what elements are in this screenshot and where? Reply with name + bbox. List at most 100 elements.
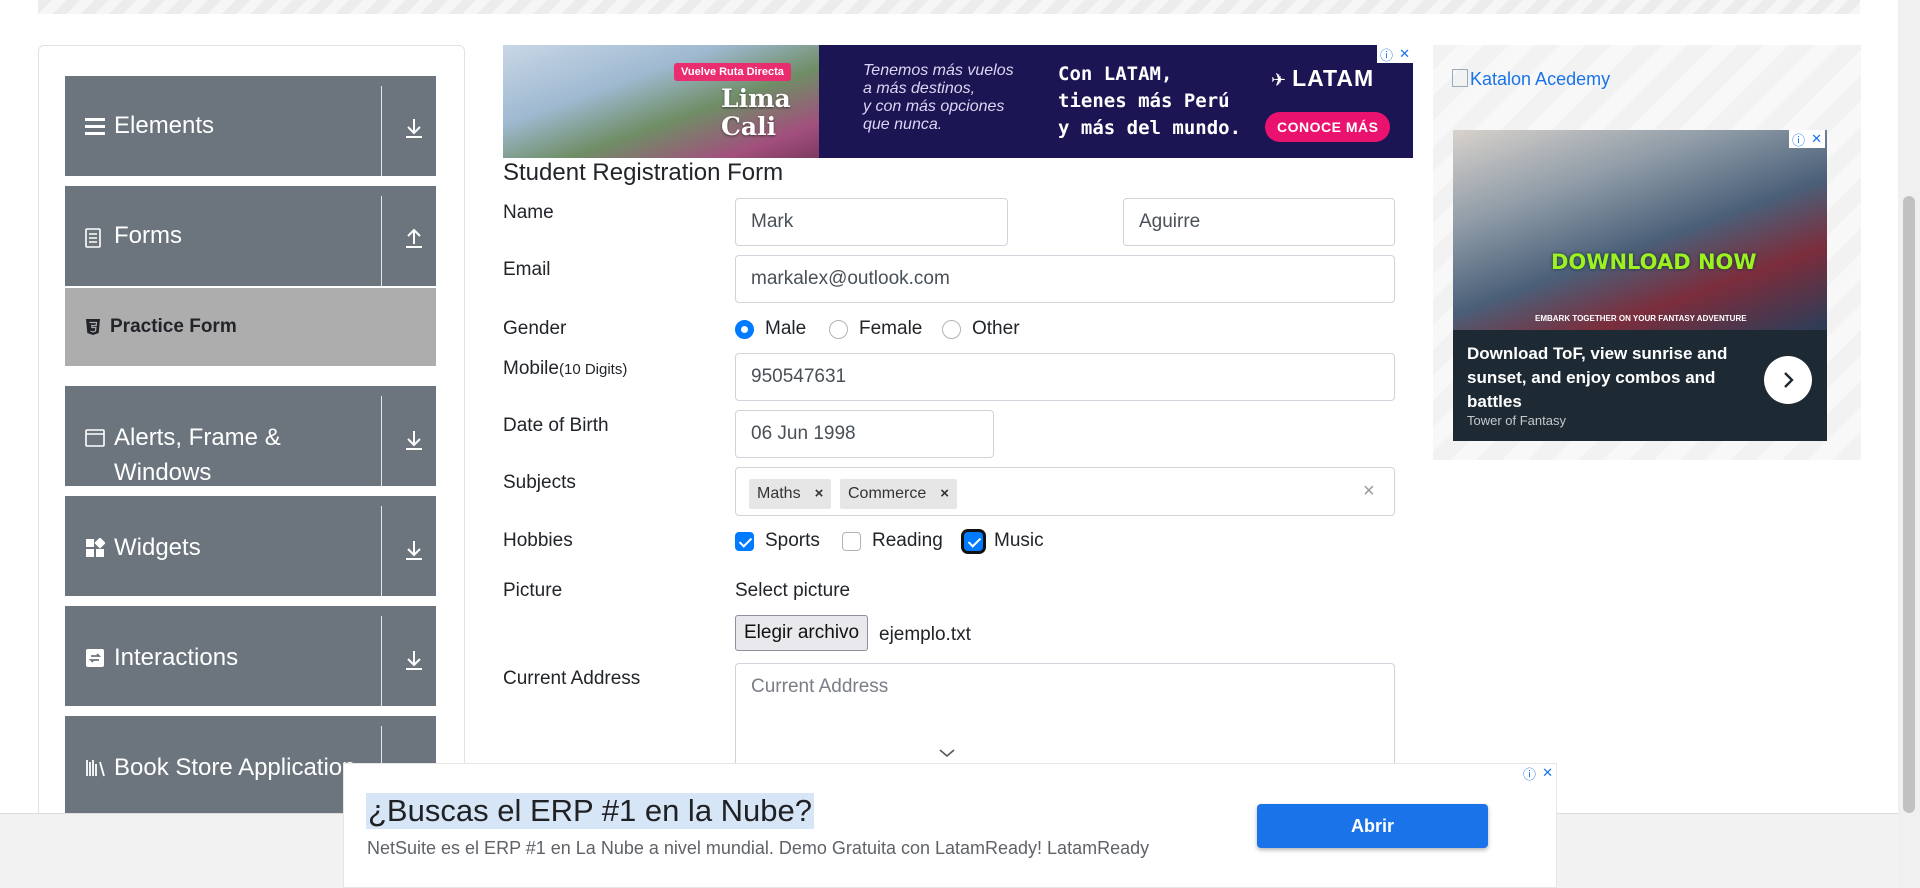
chevron-right-icon [1784, 372, 1794, 388]
sidebar-group-label: Book Store Application [114, 754, 356, 781]
subject-chip-maths: Maths × [749, 479, 832, 509]
gender-label: Gender [503, 318, 567, 339]
sidebar-group-alerts-frame-windows[interactable]: Alerts, Frame & Windows [65, 386, 436, 486]
clear-icon[interactable]: × [1363, 468, 1375, 514]
hobby-option-sports[interactable]: Sports [735, 530, 820, 552]
divider [381, 506, 382, 596]
ad-city-cali: Cali [721, 112, 777, 141]
ad-choices[interactable]: ⓘ ✕ [1789, 130, 1825, 148]
radio-button[interactable] [735, 319, 754, 339]
sidebar-item-practice-form[interactable]: Practice Form [65, 288, 436, 366]
sidebar-group-forms[interactable]: Forms [65, 186, 436, 286]
ad-subheadline: EMBARK TOGETHER ON YOUR FANTASY ADVENTUR… [1535, 314, 1747, 323]
ad-photo: Vuelve Ruta Directa Lima Cali [503, 45, 819, 158]
info-icon[interactable]: ⓘ [1792, 130, 1805, 149]
sidebar-group-label-continued: Windows [114, 459, 212, 486]
ad-copy-line: que nunca. [863, 116, 943, 133]
divider [381, 616, 382, 706]
picture-label: Picture [503, 580, 563, 601]
ad-brand-logo: LATAM [1271, 65, 1374, 92]
sidebar-group-label: Elements [114, 112, 215, 139]
subject-chip-label: Maths [757, 485, 801, 502]
interactions-icon [86, 649, 104, 667]
hobby-option-label: Sports [765, 530, 820, 551]
mobile-label-text: Mobile [503, 358, 559, 379]
widgets-icon [86, 538, 105, 557]
checkbox[interactable] [735, 531, 754, 551]
choose-file-button[interactable]: Elegir archivo [735, 615, 869, 651]
subject-chip-label: Commerce [848, 485, 927, 502]
sidebar-group-widgets[interactable]: Widgets [65, 496, 436, 596]
bottom-ad[interactable]: ¿Buscas el ERP #1 en la Nube? NetSuite e… [343, 763, 1557, 888]
hobbies-label: Hobbies [503, 530, 573, 551]
side-ad: Katalon Acedemy DOWNLOAD NOW EMBARK TOGE… [1433, 45, 1861, 460]
checkbox[interactable] [964, 531, 983, 551]
dob-label: Date of Birth [503, 415, 609, 436]
close-icon[interactable]: ✕ [1542, 765, 1553, 781]
ad-artwork: DOWNLOAD NOW EMBARK TOGETHER ON YOUR FAN… [1453, 130, 1827, 330]
radio-button[interactable] [829, 319, 848, 339]
game-ad[interactable]: DOWNLOAD NOW EMBARK TOGETHER ON YOUR FAN… [1453, 130, 1827, 441]
ad-copy-1: Tenemos más vuelos a más destinos, y con… [863, 62, 1014, 134]
chevron-down-icon[interactable] [937, 747, 957, 759]
gender-option-female[interactable]: Female [829, 318, 922, 340]
hobby-option-music[interactable]: Music [964, 530, 1044, 552]
ad-next-button[interactable] [1764, 356, 1812, 404]
ad-choices[interactable]: ⓘ ✕ [1520, 764, 1556, 782]
ad-description: Download ToF, view sunrise and sunset, a… [1467, 344, 1728, 411]
ad-city-lima: Lima [721, 84, 791, 113]
hobby-option-reading[interactable]: Reading [842, 530, 943, 552]
close-icon[interactable]: ✕ [1399, 46, 1410, 62]
info-icon[interactable]: ⓘ [1523, 764, 1536, 783]
email-input[interactable]: markalex@outlook.com [735, 255, 1395, 303]
sidebar-group-label: Forms [114, 222, 182, 249]
ad-copy-line: a más destinos, [863, 80, 976, 97]
gender-option-other[interactable]: Other [942, 318, 1020, 340]
sidebar-group-elements[interactable]: Elements [65, 76, 436, 176]
subjects-input[interactable]: Maths × Commerce × × [735, 467, 1395, 516]
info-icon[interactable]: ⓘ [1380, 45, 1393, 64]
select-picture-label: Select picture [735, 580, 851, 601]
mobile-input[interactable]: 950547631 [735, 353, 1395, 401]
sidebar-group-interactions[interactable]: Interactions [65, 606, 436, 706]
ad-copy-2: Con LATAM, tienes más Perú y más del mun… [1058, 61, 1241, 142]
first-name-input[interactable]: Mark [735, 198, 1008, 246]
ad-copy-line: y con más opciones [863, 98, 1005, 115]
window-icon [85, 429, 105, 447]
date-of-birth-input[interactable]: 06 Jun 1998 [735, 410, 994, 458]
ad-choices[interactable]: ⓘ ✕ [1377, 45, 1413, 63]
page-scrollbar[interactable] [1898, 0, 1920, 888]
radio-button[interactable] [942, 319, 961, 339]
books-icon [86, 760, 105, 777]
ad-open-button[interactable]: Abrir [1257, 804, 1488, 848]
close-icon[interactable]: ✕ [1811, 131, 1822, 147]
ad-tag: Vuelve Ruta Directa [674, 63, 791, 81]
last-name-input[interactable]: Aguirre [1123, 198, 1395, 246]
remove-icon[interactable]: × [940, 471, 949, 517]
divider [381, 396, 382, 486]
ad-cta-button[interactable]: CONOCE MÁS [1265, 112, 1391, 142]
subjects-label: Subjects [503, 472, 576, 493]
page-title: Student Registration Form [503, 159, 784, 186]
divider [381, 196, 382, 286]
ad-cities: Lima Cali [721, 85, 791, 141]
sidebar: Elements Forms Practice Form Alerts, Fra… [38, 45, 465, 888]
download-icon [406, 541, 422, 560]
gender-option-label: Female [859, 318, 923, 339]
email-label: Email [503, 259, 551, 280]
banner-ad-latam[interactable]: Vuelve Ruta Directa Lima Cali Tenemos má… [503, 45, 1413, 158]
gender-option-male[interactable]: Male [735, 318, 806, 340]
document-icon [85, 228, 101, 248]
gender-option-label: Male [765, 318, 807, 339]
hobby-option-label: Reading [872, 530, 943, 551]
address-label: Current Address [503, 668, 641, 689]
katalon-link[interactable]: Katalon Acedemy [1452, 69, 1610, 90]
header-banner-strip [38, 0, 1860, 14]
checkbox[interactable] [842, 531, 861, 551]
mobile-label: Mobile(10 Digits) [503, 358, 627, 380]
scrollbar-thumb[interactable] [1903, 196, 1915, 813]
selected-file-name: ejemplo.txt [879, 624, 971, 645]
download-icon [406, 431, 422, 450]
sidebar-group-label: Alerts, Frame & [114, 424, 281, 451]
remove-icon[interactable]: × [815, 471, 824, 517]
